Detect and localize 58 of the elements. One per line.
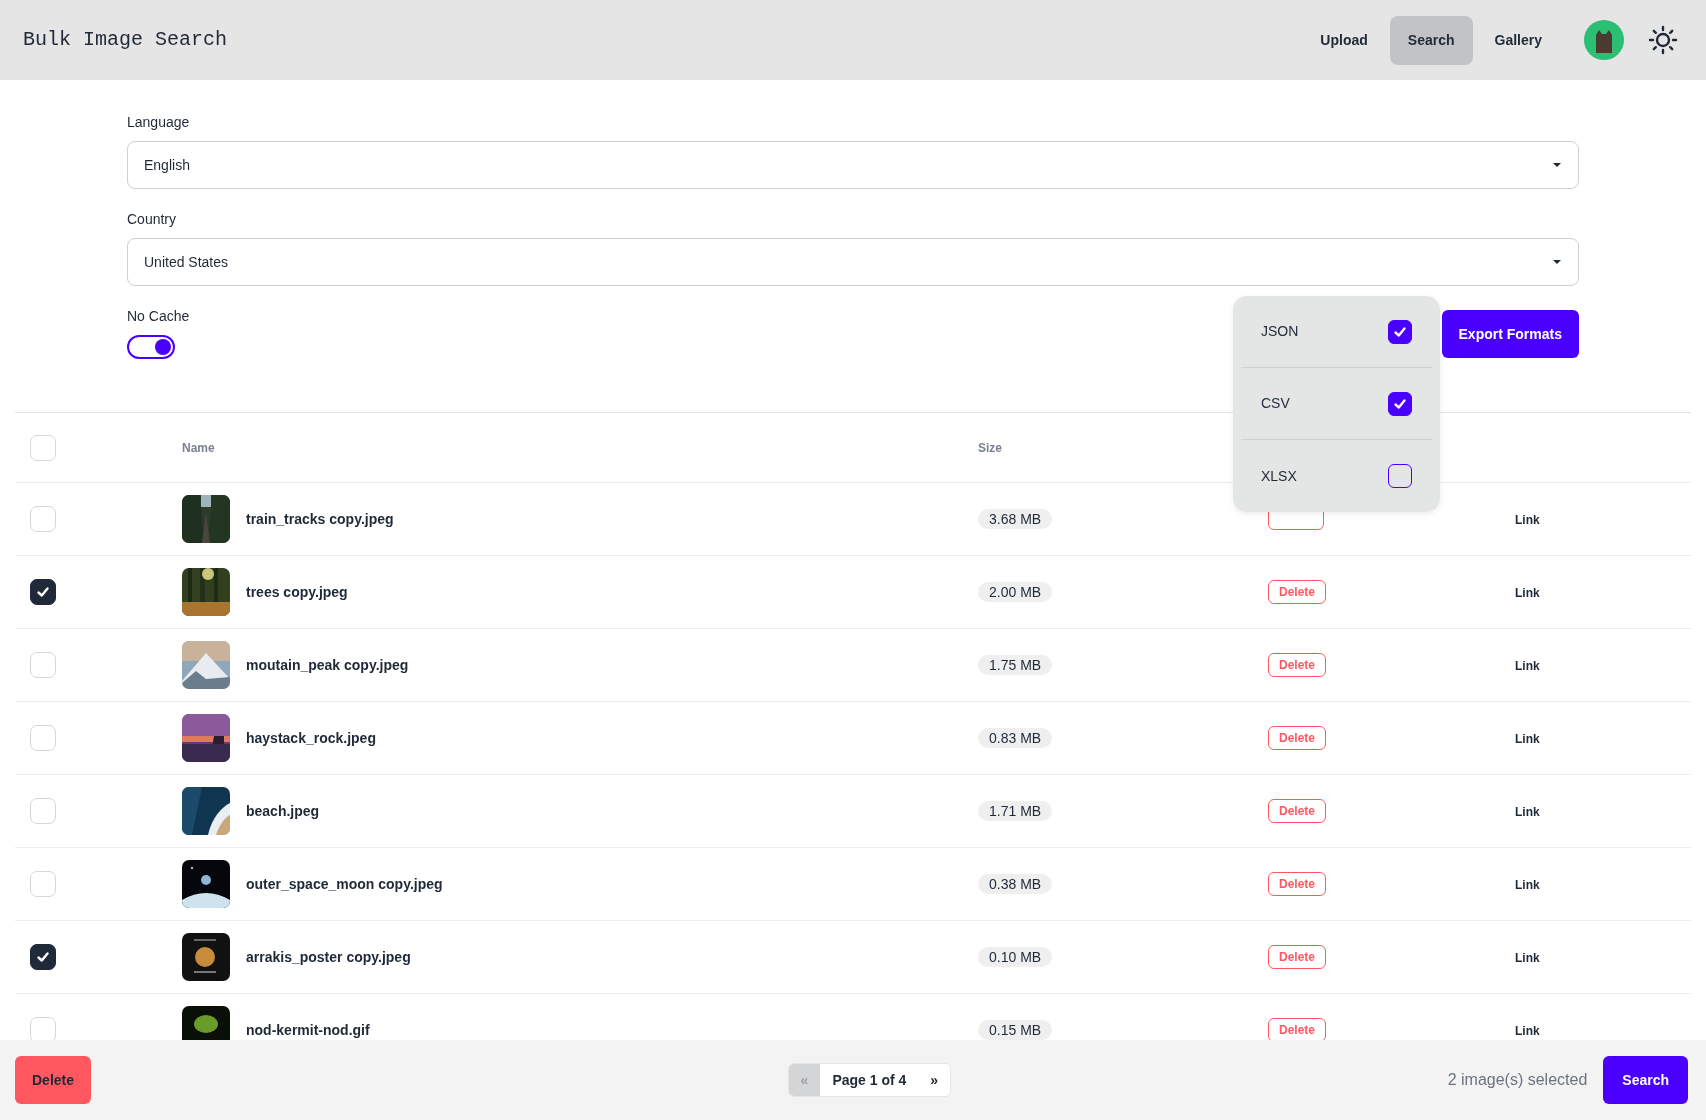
delete-button[interactable]: Delete (15, 1056, 92, 1104)
nav-tab[interactable]: Upload (1302, 15, 1386, 65)
file-size: 1.75 MB (978, 654, 1053, 675)
format-label: CSV (1261, 394, 1290, 413)
file-size: 0.38 MB (978, 873, 1053, 894)
format-checkbox[interactable] (1388, 319, 1412, 344)
file-size: 0.83 MB (978, 727, 1053, 748)
column-header: Size (978, 441, 1002, 455)
link[interactable]: Link (1515, 658, 1540, 673)
check-icon (36, 585, 50, 599)
file-name: trees copy.jpeg (246, 582, 348, 602)
search-button[interactable]: Search (1603, 1056, 1688, 1104)
select-field[interactable]: English (127, 141, 1579, 189)
no-cache-toggle[interactable] (127, 335, 175, 359)
link[interactable]: Link (1515, 731, 1540, 746)
theme-toggle-sun-icon[interactable] (1648, 25, 1678, 55)
column-header: Name (182, 441, 215, 455)
link[interactable]: Link (1515, 1023, 1540, 1038)
file-name: train_tracks copy.jpeg (246, 509, 394, 529)
file-name: arrakis_poster copy.jpeg (246, 947, 411, 967)
file-name: outer_space_moon copy.jpeg (246, 874, 443, 894)
format-label: JSON (1261, 322, 1299, 341)
select-all-checkbox[interactable] (30, 434, 56, 461)
link[interactable]: Link (1515, 512, 1540, 527)
app-title: Bulk Image Search (23, 27, 228, 53)
file-size: 3.68 MB (978, 508, 1053, 529)
file-size: 0.10 MB (978, 946, 1053, 967)
row-checkbox[interactable] (30, 579, 56, 605)
link[interactable]: Link (1515, 804, 1540, 819)
field-label: Language (127, 113, 190, 132)
field-label: No Cache (127, 307, 190, 326)
file-name: moutain_peak copy.jpeg (246, 655, 409, 675)
file-name: nod-kermit-nod.gif (246, 1020, 370, 1040)
format-checkbox[interactable] (1388, 464, 1412, 488)
format-label: XLSX (1261, 466, 1297, 486)
file-name: beach.jpeg (246, 801, 320, 821)
format-checkbox[interactable] (1388, 391, 1412, 416)
caret-icon (1552, 162, 1562, 168)
link[interactable]: Link (1515, 950, 1540, 965)
link[interactable]: Link (1515, 877, 1540, 892)
field-label: Country (127, 210, 177, 229)
file-size: 2.00 MB (978, 581, 1053, 602)
caret-icon (1552, 259, 1562, 265)
avatar[interactable] (1584, 20, 1624, 60)
file-name: haystack_rock.jpeg (246, 728, 376, 748)
check-icon (36, 950, 50, 964)
export-formats-button[interactable]: Export Formats (1441, 310, 1579, 358)
nav-tab[interactable]: Search (1389, 15, 1473, 65)
select-field[interactable]: United States (127, 238, 1579, 286)
page-indicator: Page 1 of 4 (831, 1071, 908, 1090)
file-size: 0.15 MB (978, 1019, 1053, 1040)
check-icon (1393, 396, 1407, 411)
row-checkbox[interactable] (30, 944, 56, 970)
selection-count: 2 image(s) selected (1447, 1070, 1588, 1090)
nav-tab[interactable]: Gallery (1476, 15, 1560, 65)
file-size: 1.71 MB (978, 800, 1053, 821)
link[interactable]: Link (1515, 585, 1540, 600)
check-icon (1393, 324, 1407, 339)
